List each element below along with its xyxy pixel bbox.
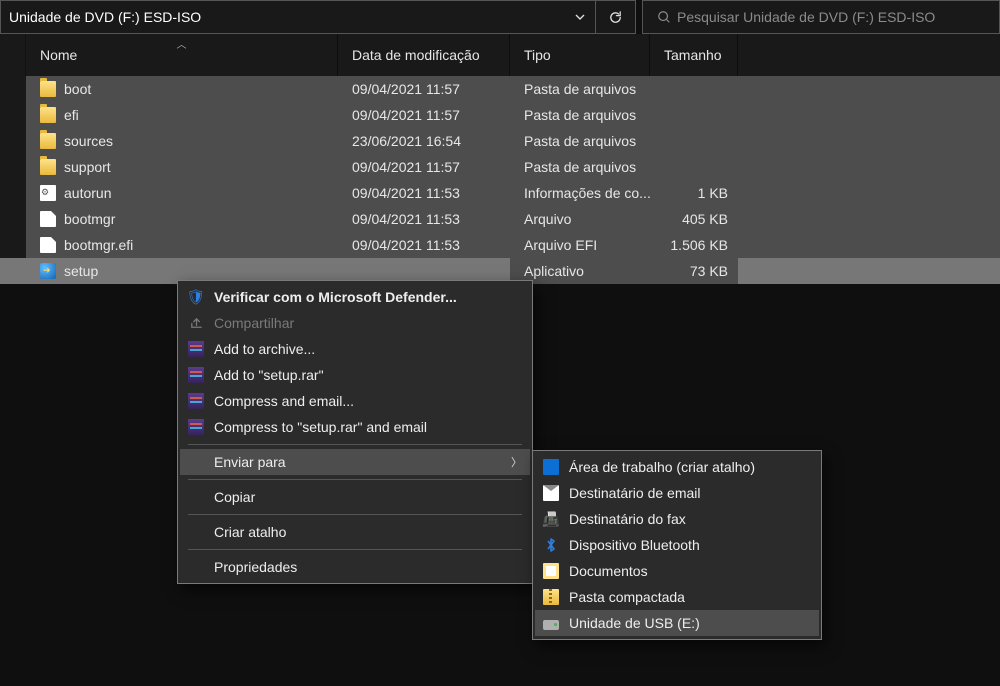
menu-item-add-setup-rar[interactable]: Add to "setup.rar" [180, 362, 530, 388]
file-row[interactable]: bootmgr 09/04/2021 11:53 Arquivo 405 KB [0, 206, 1000, 232]
winrar-icon [188, 367, 204, 383]
folder-icon [40, 81, 56, 97]
search-icon [651, 10, 677, 24]
context-menu: 🛡 Verificar com o Microsoft Defender... … [177, 280, 533, 584]
menu-item-compress-setup-email[interactable]: Compress to "setup.rar" and email [180, 414, 530, 440]
menu-item-defender[interactable]: 🛡 Verificar com o Microsoft Defender... [180, 284, 530, 310]
address-history-dropdown[interactable] [565, 1, 595, 33]
bluetooth-icon [543, 537, 559, 553]
menu-item-share[interactable]: Compartilhar [180, 310, 530, 336]
column-header-name[interactable]: ︿ Nome [26, 34, 338, 76]
winrar-icon [188, 341, 204, 357]
exe-icon [40, 263, 56, 279]
file-icon [40, 237, 56, 253]
menu-item-compress-email[interactable]: Compress and email... [180, 388, 530, 414]
menu-item-send-to[interactable]: Enviar para 〉 [180, 449, 530, 475]
mail-icon [543, 485, 559, 501]
menu-item-properties[interactable]: Propriedades [180, 554, 530, 580]
address-path: Unidade de DVD (F:) ESD-ISO [9, 9, 565, 25]
sendto-compressed-folder[interactable]: Pasta compactada [535, 584, 819, 610]
sendto-fax[interactable]: 📠 Destinatário do fax [535, 506, 819, 532]
search-placeholder: Pesquisar Unidade de DVD (F:) ESD-ISO [677, 9, 935, 25]
menu-item-add-archive[interactable]: Add to archive... [180, 336, 530, 362]
menu-item-copy[interactable]: Copiar [180, 484, 530, 510]
address-bar[interactable]: Unidade de DVD (F:) ESD-ISO [0, 0, 596, 34]
folder-icon [40, 107, 56, 123]
sort-ascending-icon: ︿ [177, 36, 187, 51]
file-row[interactable]: support 09/04/2021 11:57 Pasta de arquiv… [0, 154, 1000, 180]
sendto-usb-drive[interactable]: Unidade de USB (E:) [535, 610, 819, 636]
sendto-desktop[interactable]: Área de trabalho (criar atalho) [535, 454, 819, 480]
column-header-type[interactable]: Tipo [510, 34, 650, 76]
config-file-icon [40, 185, 56, 201]
winrar-icon [188, 393, 204, 409]
share-icon [188, 315, 204, 331]
sendto-documents[interactable]: Documentos [535, 558, 819, 584]
file-row[interactable]: boot 09/04/2021 11:57 Pasta de arquivos [0, 76, 1000, 102]
column-headers: ︿ Nome Data de modificação Tipo Tamanho [0, 34, 1000, 76]
file-row[interactable]: sources 23/06/2021 16:54 Pasta de arquiv… [0, 128, 1000, 154]
documents-icon [543, 563, 559, 579]
drive-icon [543, 620, 559, 630]
file-row[interactable]: efi 09/04/2021 11:57 Pasta de arquivos [0, 102, 1000, 128]
folder-icon [40, 133, 56, 149]
file-row[interactable]: autorun 09/04/2021 11:53 Informações de … [0, 180, 1000, 206]
header-gutter [0, 34, 26, 76]
zip-folder-icon [543, 589, 559, 605]
menu-separator [188, 479, 522, 480]
file-icon [40, 211, 56, 227]
menu-separator [188, 444, 522, 445]
send-to-submenu: Área de trabalho (criar atalho) Destinat… [532, 450, 822, 640]
refresh-button[interactable] [596, 0, 636, 34]
shield-icon: 🛡 [188, 289, 204, 305]
file-row[interactable]: bootmgr.efi 09/04/2021 11:53 Arquivo EFI… [0, 232, 1000, 258]
folder-icon [40, 159, 56, 175]
desktop-icon [543, 459, 559, 475]
column-header-date[interactable]: Data de modificação [338, 34, 510, 76]
menu-item-create-shortcut[interactable]: Criar atalho [180, 519, 530, 545]
menu-separator [188, 514, 522, 515]
sendto-mail[interactable]: Destinatário de email [535, 480, 819, 506]
column-header-size[interactable]: Tamanho [650, 34, 738, 76]
menu-separator [188, 549, 522, 550]
winrar-icon [188, 419, 204, 435]
search-input[interactable]: Pesquisar Unidade de DVD (F:) ESD-ISO [642, 0, 1000, 34]
fax-icon: 📠 [543, 511, 559, 527]
submenu-arrow-icon: 〉 [511, 454, 522, 470]
sendto-bluetooth[interactable]: Dispositivo Bluetooth [535, 532, 819, 558]
file-list[interactable]: boot 09/04/2021 11:57 Pasta de arquivos … [0, 76, 1000, 284]
